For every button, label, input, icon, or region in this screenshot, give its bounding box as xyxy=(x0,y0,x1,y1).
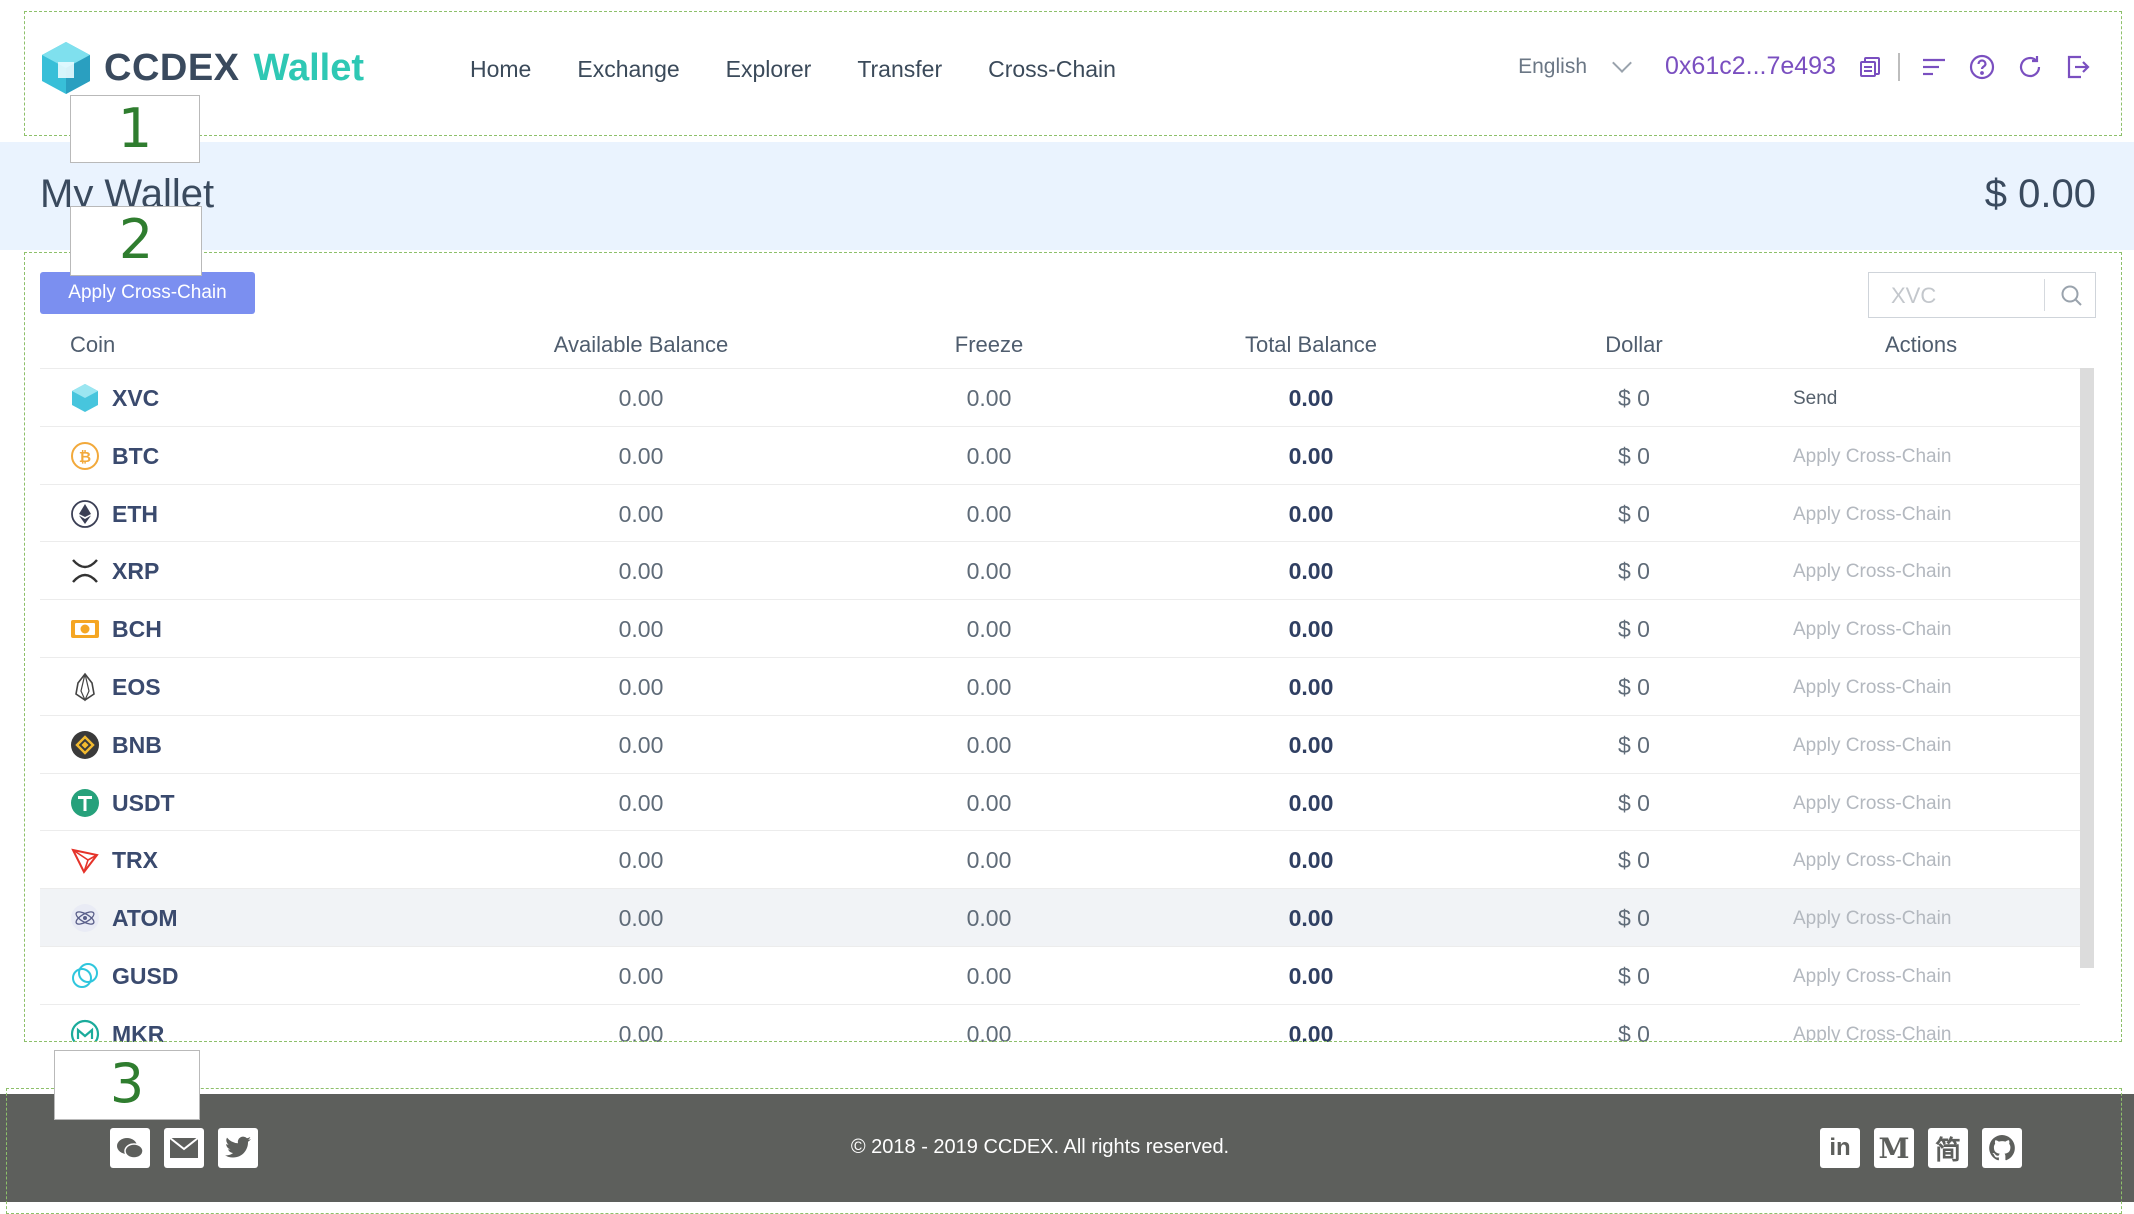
wallet-summary-band: My Wallet $ 0.00 xyxy=(0,142,2134,250)
annotation-label-2: 2 xyxy=(70,206,202,276)
zone-1-border xyxy=(24,11,2122,136)
zone-2-border xyxy=(24,252,2122,1042)
annotation-label-3: 3 xyxy=(54,1050,200,1120)
zone-3-border xyxy=(6,1088,2122,1214)
total-balance: $ 0.00 xyxy=(1984,172,2096,216)
annotation-label-1: 1 xyxy=(70,95,200,163)
